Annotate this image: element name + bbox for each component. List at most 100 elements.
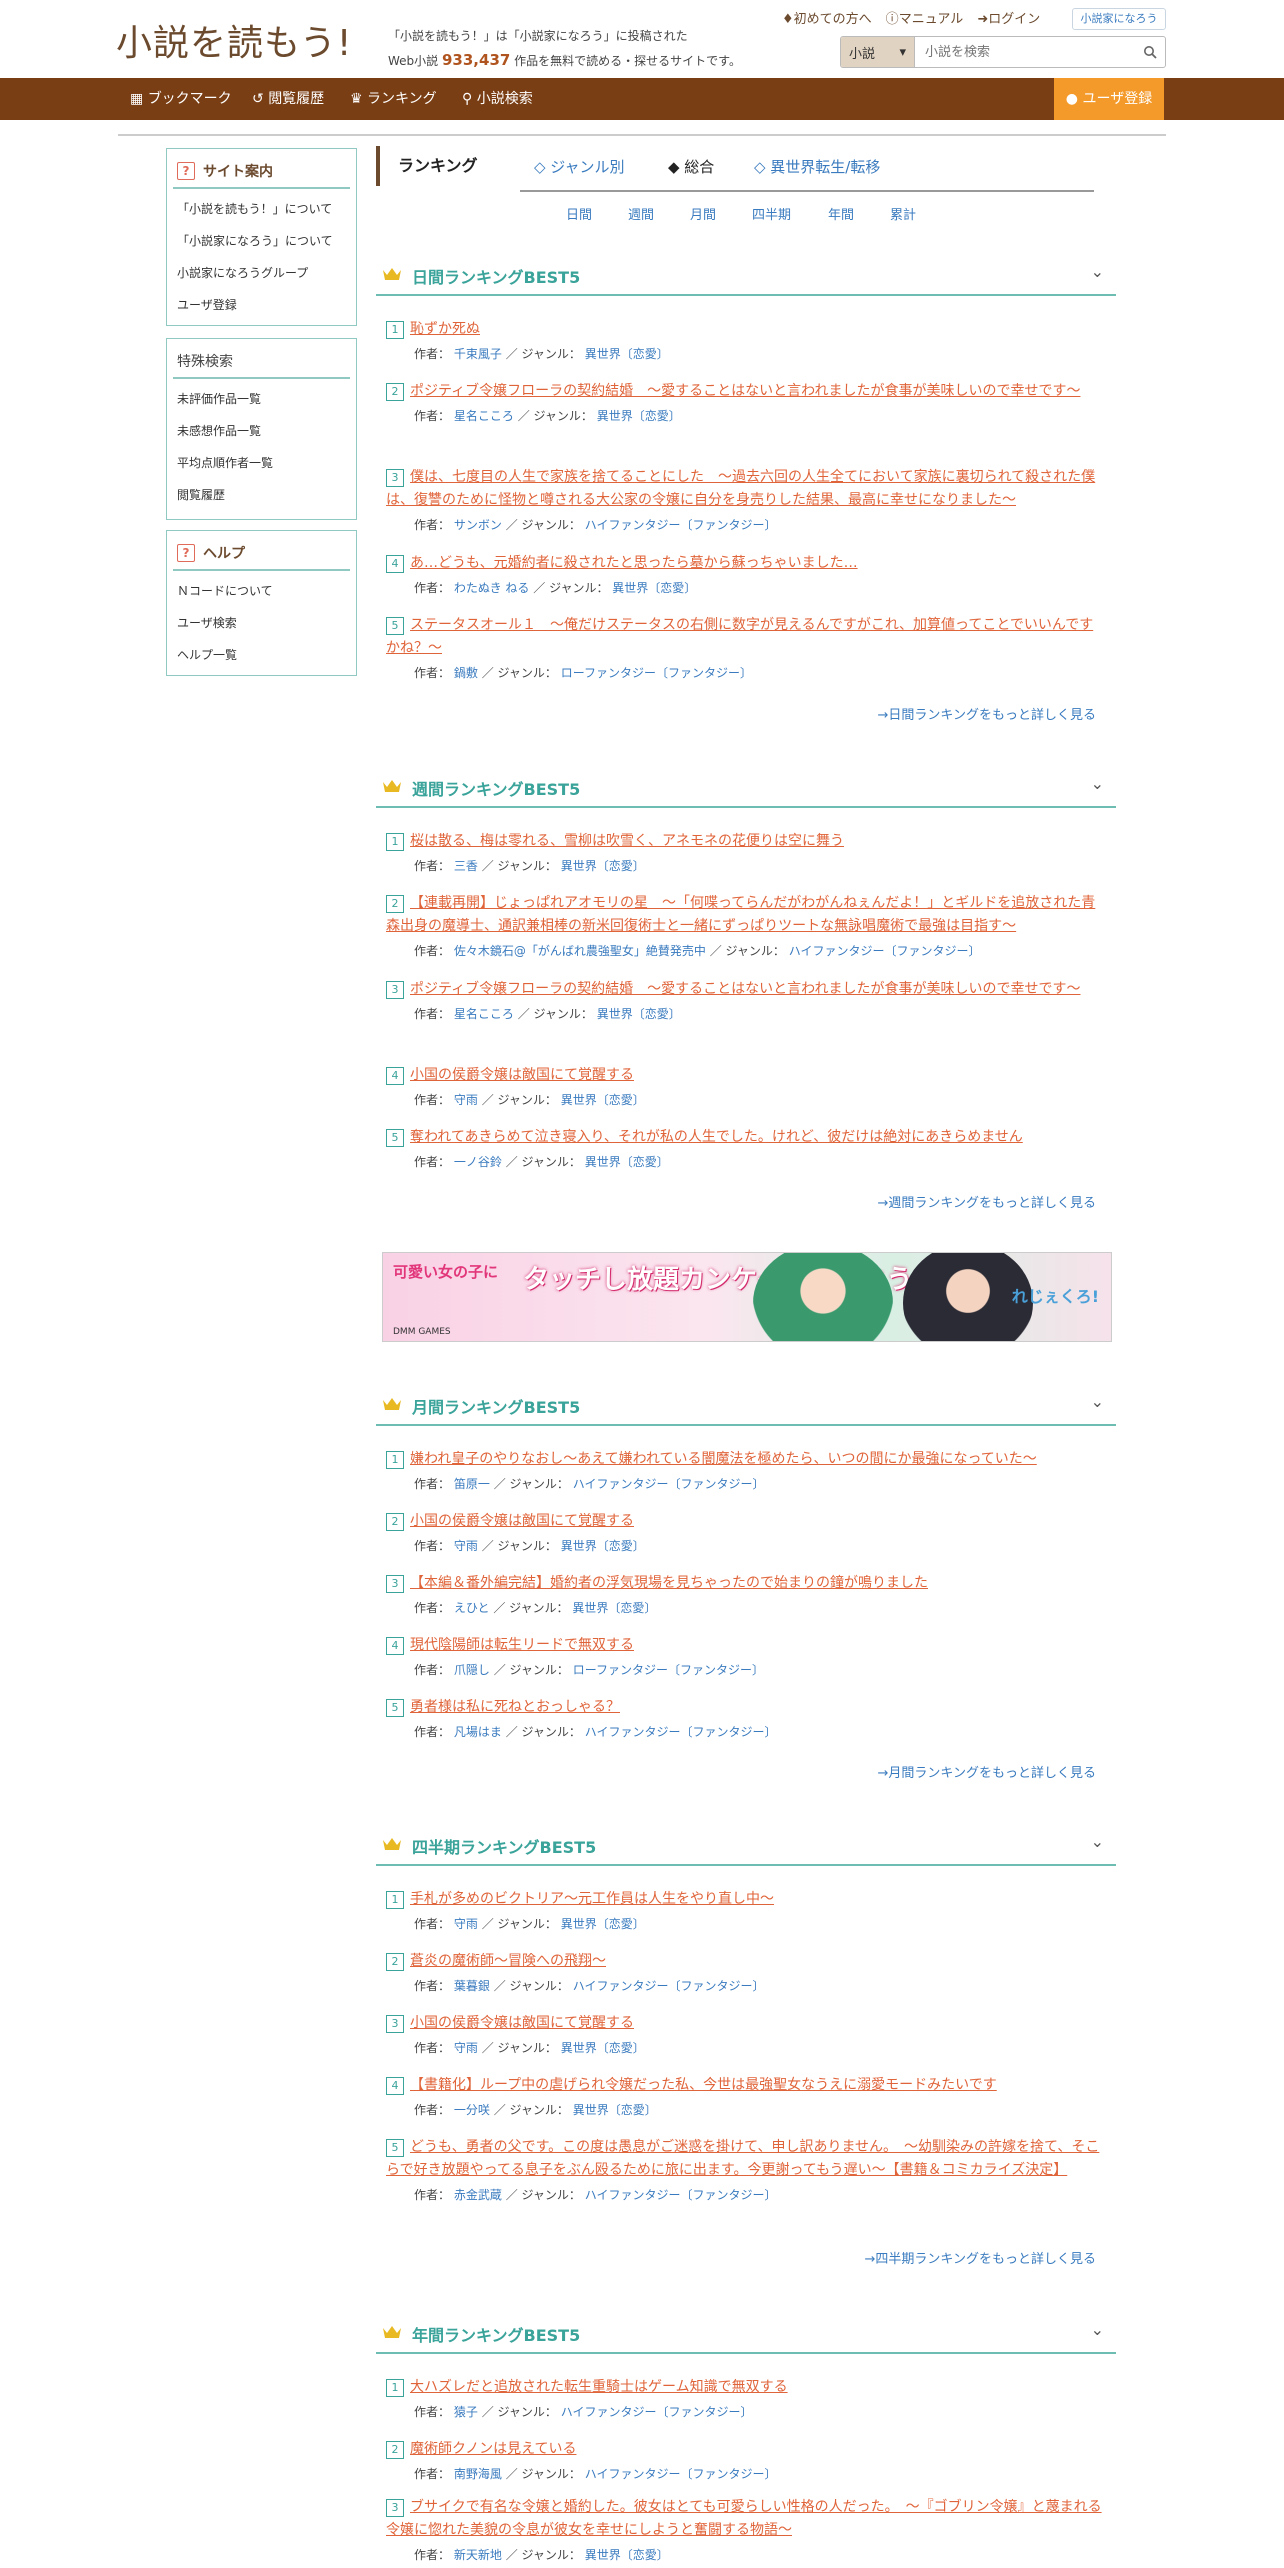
author-link[interactable]: 守雨 bbox=[454, 1539, 478, 1553]
nav-search[interactable]: ⚲ 小説検索 bbox=[462, 78, 533, 120]
chevron-down-icon[interactable]: ⌄ bbox=[1091, 1392, 1104, 1411]
period-cumulative[interactable]: 累計 bbox=[890, 204, 916, 223]
novel-title-link[interactable]: ステータスオール１ ～俺だけステータスの右側に数字が見えるんですがこれ、加算値っ… bbox=[386, 617, 1093, 656]
more-quarterly-link[interactable]: →四半期ランキングをもっと詳しく見る bbox=[864, 2248, 1096, 2267]
genre-link[interactable]: ハイファンタジー〔ファンタジー〕 bbox=[585, 2467, 777, 2481]
site-logo[interactable]: 小説を読もう! bbox=[116, 14, 352, 66]
tab-overall[interactable]: ◆ 総合 bbox=[668, 156, 714, 177]
author-link[interactable]: 爪隠し bbox=[454, 1663, 490, 1677]
author-link[interactable]: えひと bbox=[454, 1601, 490, 1615]
author-link[interactable]: 守雨 bbox=[454, 1093, 478, 1107]
chevron-down-icon[interactable]: ⌄ bbox=[1091, 1832, 1104, 1851]
author-link[interactable]: 鍋敷 bbox=[454, 666, 478, 680]
genre-link[interactable]: 異世界〔恋愛〕 bbox=[597, 1007, 681, 1021]
author-link[interactable]: 守雨 bbox=[454, 2041, 478, 2055]
sidebar-item-history[interactable]: 閲覧履歴 bbox=[167, 479, 356, 511]
author-link[interactable]: 星名こころ bbox=[454, 409, 514, 423]
nav-ranking[interactable]: ♛ ランキング bbox=[350, 78, 437, 120]
genre-link[interactable]: ハイファンタジー〔ファンタジー〕 bbox=[573, 1979, 765, 1993]
genre-link[interactable]: ハイファンタジー〔ファンタジー〕 bbox=[585, 1725, 777, 1739]
more-daily-link[interactable]: →日間ランキングをもっと詳しく見る bbox=[877, 704, 1096, 723]
author-link[interactable]: 一分咲 bbox=[454, 2103, 490, 2117]
genre-link[interactable]: 異世界〔恋愛〕 bbox=[561, 1539, 645, 1553]
nav-bookmark[interactable]: ▦ ブックマーク bbox=[130, 78, 232, 120]
genre-link[interactable]: ハイファンタジー〔ファンタジー〕 bbox=[561, 2405, 753, 2419]
genre-link[interactable]: 異世界〔恋愛〕 bbox=[585, 2548, 669, 2562]
sidebar-item-about-yomou[interactable]: 「小説を読もう！」について bbox=[167, 193, 356, 225]
ranking-section-header[interactable]: 週間ランキングBEST5 ⌄ bbox=[376, 764, 1116, 808]
novel-title-link[interactable]: 【本編＆番外編完結】婚約者の浮気現場を見ちゃったので始まりの鐘が鳴りました bbox=[410, 1575, 928, 1591]
sidebar-item-ncode[interactable]: Ｎコードについて bbox=[167, 575, 356, 607]
author-link[interactable]: 葉暮銀 bbox=[454, 1979, 490, 1993]
novel-title-link[interactable]: ブサイクで有名な令嬢と婚約した。彼女はとても可愛らしい性格の人だった。 ～『ゴブ… bbox=[386, 2499, 1102, 2538]
genre-link[interactable]: 異世界〔恋愛〕 bbox=[561, 1093, 645, 1107]
novel-title-link[interactable]: 現代陰陽師は転生リードで無双する bbox=[410, 1637, 634, 1653]
login-link[interactable]: ➜ログイン bbox=[977, 8, 1040, 27]
novel-title-link[interactable]: 勇者様は私に死ねとおっしゃる？ bbox=[410, 1699, 620, 1715]
genre-link[interactable]: ローファンタジー〔ファンタジー〕 bbox=[573, 1663, 764, 1677]
genre-link[interactable]: 異世界〔恋愛〕 bbox=[572, 1601, 656, 1615]
author-link[interactable]: 三香 bbox=[454, 859, 478, 873]
author-link[interactable]: わたぬき ねる bbox=[454, 581, 530, 595]
genre-link[interactable]: ハイファンタジー〔ファンタジー〕 bbox=[585, 2188, 777, 2202]
novel-title-link[interactable]: 桜は散る、梅は零れる、雪柳は吹雪く、アネモネの花便りは空に舞う bbox=[410, 833, 844, 849]
nav-history[interactable]: ↺ 閲覧履歴 bbox=[252, 78, 324, 120]
period-daily[interactable]: 日間 bbox=[566, 204, 592, 223]
ranking-section-header[interactable]: 四半期ランキングBEST5 ⌄ bbox=[376, 1822, 1116, 1866]
sidebar-item-about-narou[interactable]: 「小説家になろう」について bbox=[167, 225, 356, 257]
ranking-section-header[interactable]: 日間ランキングBEST5 ⌄ bbox=[376, 252, 1116, 296]
ranking-section-header[interactable]: 年間ランキングBEST5 ⌄ bbox=[376, 2310, 1116, 2354]
author-link[interactable]: 星名こころ bbox=[454, 1007, 514, 1021]
chevron-down-icon[interactable]: ⌄ bbox=[1091, 2320, 1104, 2339]
sidebar-item-help-list[interactable]: ヘルプ一覧 bbox=[167, 639, 356, 671]
ranking-section-header[interactable]: 月間ランキングBEST5 ⌄ bbox=[376, 1382, 1116, 1426]
narou-logo[interactable]: 小説家になろう bbox=[1072, 8, 1166, 30]
author-link[interactable]: 千束風子 bbox=[454, 347, 502, 361]
novel-title-link[interactable]: 大ハズレだと追放された転生重騎士はゲーム知識で無双する bbox=[410, 2379, 788, 2395]
novel-title-link[interactable]: 僕は、七度目の人生で家族を捨てることにした ～過去六回の人生全てにおいて家族に裏… bbox=[386, 469, 1095, 508]
genre-link[interactable]: 異世界〔恋愛〕 bbox=[585, 347, 669, 361]
search-category-select[interactable]: 小説 ▾ bbox=[841, 37, 915, 67]
sidebar-item-no-review[interactable]: 未感想作品一覧 bbox=[167, 415, 356, 447]
period-quarterly[interactable]: 四半期 bbox=[752, 204, 791, 223]
more-weekly-link[interactable]: →週間ランキングをもっと詳しく見る bbox=[877, 1192, 1096, 1211]
period-yearly[interactable]: 年間 bbox=[828, 204, 854, 223]
author-link[interactable]: サンボン bbox=[454, 518, 502, 532]
ad-banner[interactable]: 可愛い女の子に タッチし放題カンケイを深めよう れじぇくろ! DMM GAMES bbox=[382, 1252, 1112, 1342]
novel-title-link[interactable]: 奪われてあきらめて泣き寝入り、それが私の人生でした。けれど、彼だけは絶対にあきら… bbox=[410, 1129, 1023, 1145]
first-time-link[interactable]: ♦初めての方へ bbox=[782, 8, 872, 27]
author-link[interactable]: 守雨 bbox=[454, 1917, 478, 1931]
author-link[interactable]: 一ノ谷鈴 bbox=[454, 1155, 502, 1169]
novel-title-link[interactable]: 恥ずか死ぬ bbox=[410, 321, 480, 337]
sidebar-item-unrated[interactable]: 未評価作品一覧 bbox=[167, 383, 356, 415]
sidebar-item-user-search[interactable]: ユーザ検索 bbox=[167, 607, 356, 639]
novel-title-link[interactable]: 【書籍化】ループ中の虐げられ令嬢だった私、今世は最強聖女なうえに溺愛モードみたい… bbox=[410, 2077, 997, 2093]
manual-link[interactable]: ⓘマニュアル bbox=[886, 8, 964, 27]
genre-link[interactable]: 異世界〔恋愛〕 bbox=[561, 859, 645, 873]
author-link[interactable]: 猿子 bbox=[454, 2405, 478, 2419]
genre-link[interactable]: ハイファンタジー〔ファンタジー〕 bbox=[789, 944, 981, 958]
novel-title-link[interactable]: ポジティブ令嬢フローラの契約結婚 ～愛することはないと言われましたが食事が美味し… bbox=[410, 981, 1080, 997]
author-link[interactable]: 凡場はま bbox=[454, 1725, 502, 1739]
tab-isekai[interactable]: ◇ 異世界転生/転移 bbox=[754, 156, 880, 177]
genre-link[interactable]: ローファンタジー〔ファンタジー〕 bbox=[561, 666, 752, 680]
genre-link[interactable]: 異世界〔恋愛〕 bbox=[561, 1917, 645, 1931]
sidebar-item-group[interactable]: 小説家になろうグループ bbox=[167, 257, 356, 289]
search-input[interactable] bbox=[915, 37, 1135, 67]
novel-title-link[interactable]: 小国の侯爵令嬢は敵国にて覚醒する bbox=[410, 1513, 634, 1529]
genre-link[interactable]: ハイファンタジー〔ファンタジー〕 bbox=[585, 518, 777, 532]
novel-title-link[interactable]: 魔術師クノンは見えている bbox=[410, 2441, 576, 2457]
period-monthly[interactable]: 月間 bbox=[690, 204, 716, 223]
novel-title-link[interactable]: ポジティブ令嬢フローラの契約結婚 ～愛することはないと言われましたが食事が美味し… bbox=[410, 383, 1080, 399]
user-register-button[interactable]: ● ユーザ登録 bbox=[1054, 78, 1164, 120]
search-button[interactable] bbox=[1135, 37, 1165, 67]
sidebar-item-user-register[interactable]: ユーザ登録 bbox=[167, 289, 356, 321]
period-weekly[interactable]: 週間 bbox=[628, 204, 654, 223]
novel-title-link[interactable]: あ…どうも、元婚約者に殺されたと思ったら墓から蘇っちゃいました… bbox=[410, 555, 858, 571]
genre-link[interactable]: 異世界〔恋愛〕 bbox=[561, 2041, 645, 2055]
author-link[interactable]: 佐々木鏡石@「がんばれ農強聖女」絶賛発売中 bbox=[454, 944, 706, 958]
author-link[interactable]: 新天新地 bbox=[454, 2548, 502, 2562]
novel-title-link[interactable]: 小国の侯爵令嬢は敵国にて覚醒する bbox=[410, 2015, 634, 2031]
novel-title-link[interactable]: 小国の侯爵令嬢は敵国にて覚醒する bbox=[410, 1067, 634, 1083]
genre-link[interactable]: ハイファンタジー〔ファンタジー〕 bbox=[573, 1477, 765, 1491]
